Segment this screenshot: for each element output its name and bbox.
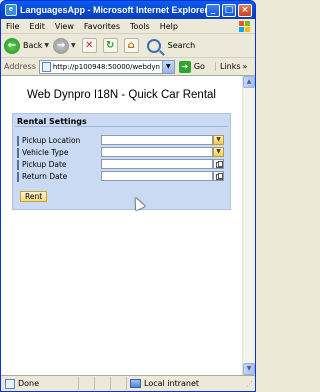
menu-edit[interactable]: Edit (24, 22, 50, 31)
go-button[interactable]: ➔ Go (178, 60, 205, 73)
minimize-button[interactable]: _ (206, 3, 220, 17)
zone-text: Local intranet (144, 379, 200, 388)
menu-bar: File Edit View Favorites Tools Help (1, 19, 255, 34)
status-bar: Done Local intranet ⋰ (1, 375, 255, 391)
page-viewport: Web Dynpro I18N - Quick Car Rental Renta… (1, 76, 242, 375)
status-cell (110, 377, 126, 390)
chevron-down-icon[interactable]: ▼ (213, 135, 224, 145)
back-button[interactable]: Back (23, 41, 42, 50)
maximize-button[interactable]: □ (222, 3, 236, 17)
page-done-icon (5, 378, 15, 389)
calendar-icon[interactable] (213, 171, 224, 181)
address-dropdown-icon[interactable]: ▼ (162, 59, 175, 74)
vehicle-type-row: Vehicle Type (17, 147, 100, 158)
status-cell (78, 377, 94, 390)
scroll-up-icon[interactable]: ▲ (243, 76, 255, 88)
windows-logo-icon (239, 20, 251, 32)
home-icon[interactable]: ⌂ (123, 38, 139, 53)
go-label: Go (193, 62, 205, 71)
pickup-location-dropdown[interactable]: ▼ (101, 135, 224, 145)
return-date-row: Return Date (17, 171, 100, 182)
pickup-location-label: Pickup Location (22, 136, 81, 145)
resize-grip-icon[interactable]: ⋰ (246, 380, 253, 388)
pickup-date-label: Pickup Date (22, 160, 67, 169)
label-marker (17, 135, 19, 146)
label-marker (17, 159, 19, 170)
title-bar[interactable]: e LanguagesApp - Microsoft Internet Expl… (1, 1, 255, 19)
standard-toolbar: ← Back ▼ → ▼ ✕ ↻ ⌂ Search (1, 34, 255, 58)
page-title: Web Dynpro I18N - Quick Car Rental (27, 89, 216, 101)
menu-favorites[interactable]: Favorites (79, 22, 125, 31)
search-icon[interactable] (146, 38, 161, 53)
go-arrow-icon: ➔ (178, 60, 191, 73)
pickup-location-row: Pickup Location (17, 135, 100, 146)
ie-icon: e (5, 4, 17, 16)
forward-arrow-icon[interactable]: → (53, 37, 70, 54)
panel-title: Rental Settings (15, 116, 228, 127)
back-dropdown-icon[interactable]: ▼ (44, 42, 49, 49)
search-button[interactable]: Search (168, 41, 195, 50)
status-cells (78, 377, 126, 390)
label-marker (17, 171, 19, 182)
stop-icon[interactable]: ✕ (81, 38, 97, 53)
back-arrow-icon[interactable]: ← (4, 37, 20, 54)
menu-tools[interactable]: Tools (125, 22, 155, 31)
links-button[interactable]: Links (214, 62, 241, 71)
browser-window: e LanguagesApp - Microsoft Internet Expl… (0, 0, 256, 392)
rent-button[interactable]: Rent (20, 191, 48, 202)
address-url[interactable]: http://p100948:50000/webdyn (53, 63, 160, 71)
vertical-scrollbar[interactable]: ▲ ▼ (242, 76, 255, 375)
chevron-down-icon[interactable]: ▼ (213, 147, 224, 157)
status-cell (94, 377, 110, 390)
menu-help[interactable]: Help (155, 22, 183, 31)
vehicle-type-label: Vehicle Type (22, 148, 69, 157)
pickup-date-row: Pickup Date (17, 159, 100, 170)
rental-settings-panel: Rental Settings Pickup Location ▼ Vehicl… (12, 113, 231, 210)
status-text: Done (18, 379, 40, 388)
close-button[interactable]: × (238, 3, 252, 17)
menu-view[interactable]: View (50, 22, 79, 31)
pickup-date-input[interactable] (101, 159, 224, 169)
menu-file[interactable]: File (1, 22, 24, 31)
chevron-right-icon[interactable]: » (243, 62, 248, 71)
security-zone[interactable]: Local intranet (126, 377, 199, 390)
intranet-icon (130, 379, 141, 388)
address-label: Address (4, 62, 36, 71)
calendar-icon[interactable] (213, 159, 224, 169)
page-icon (41, 61, 51, 72)
forward-dropdown-icon[interactable]: ▼ (71, 42, 76, 49)
scroll-down-icon[interactable]: ▼ (243, 363, 255, 375)
address-input[interactable]: http://p100948:50000/webdyn (38, 59, 163, 74)
address-bar: Address http://p100948:50000/webdyn ▼ ➔ … (1, 58, 255, 76)
window-title: LanguagesApp - Microsoft Internet Explor… (20, 5, 206, 15)
label-marker (17, 147, 19, 158)
return-date-input[interactable] (101, 171, 224, 181)
refresh-icon[interactable]: ↻ (102, 38, 118, 53)
vehicle-type-dropdown[interactable]: ▼ (101, 147, 224, 157)
return-date-label: Return Date (22, 172, 68, 181)
